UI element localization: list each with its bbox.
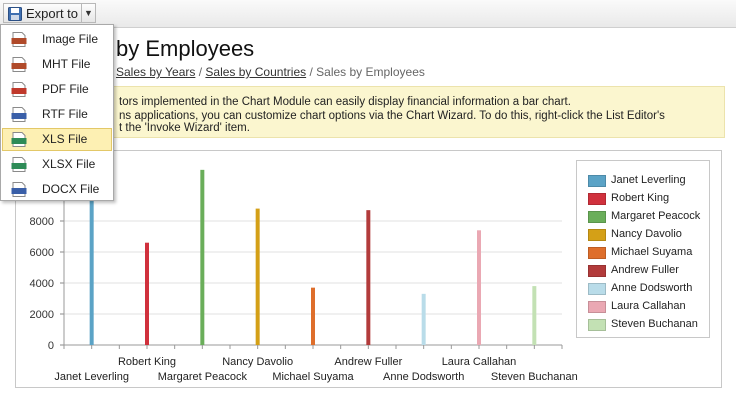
breadcrumb-separator: /: [306, 65, 317, 79]
breadcrumb-link-sales-by-years[interactable]: Sales by Years: [116, 65, 195, 79]
bar: [477, 230, 481, 345]
breadcrumb-link-sales-by-countries[interactable]: Sales by Countries: [205, 65, 306, 79]
pdf-file-icon: [11, 82, 29, 102]
legend-label: Janet Leverling: [611, 174, 686, 186]
breadcrumb-current: Sales by Employees: [316, 65, 425, 79]
info-text-line-3: t the 'Invoke Wizard' item.: [119, 122, 250, 134]
legend-swatch: [588, 265, 606, 277]
legend-label: Steven Buchanan: [611, 318, 698, 330]
legend-label: Nancy Davolio: [611, 228, 682, 240]
export-dropdown-menu: Image File MHT File PDF File RTF File XLS Fi…: [0, 24, 114, 201]
info-box: tors implemented in the Chart Module can…: [14, 86, 725, 138]
y-tick-label: 2000: [30, 309, 54, 321]
triangle-down-icon[interactable]: ▼: [84, 6, 93, 20]
menu-item-xlsx-file[interactable]: XLSX File: [2, 153, 112, 176]
xlsx-file-icon: [11, 157, 29, 177]
x-category-label: Margaret Peacock: [158, 371, 248, 383]
xls-file-icon: [11, 132, 29, 152]
y-tick-label: 0: [48, 340, 54, 352]
menu-item-rtf-file[interactable]: RTF File: [2, 103, 112, 126]
menu-item-label: DOCX File: [42, 182, 100, 196]
legend-label: Margaret Peacock: [611, 210, 701, 222]
legend-swatch: [588, 283, 606, 295]
rtf-file-icon: [11, 107, 29, 127]
legend-swatch: [588, 319, 606, 331]
legend-swatch: [588, 229, 606, 241]
x-category-label: Anne Dodsworth: [383, 371, 464, 383]
page-title: by Employees: [116, 36, 255, 61]
bar: [421, 293, 426, 345]
bar: [145, 242, 149, 345]
menu-item-xls-file[interactable]: XLS File: [2, 128, 112, 151]
bar: [255, 208, 260, 345]
chart-legend: Janet Leverling Robert King Margaret Peaco…: [576, 160, 710, 338]
bar: [89, 186, 94, 345]
breadcrumb: Sales by Years / Sales by Countries / Sa…: [116, 65, 425, 79]
legend-swatch: [588, 175, 606, 187]
menu-item-label: Image File: [42, 32, 99, 46]
chart-container: 0 2000 4000 6000 8000 Janet Leverling Robert K…: [15, 150, 722, 388]
bar: [200, 169, 205, 345]
legend-label: Michael Suyama: [611, 246, 693, 258]
x-category-label: Janet Leverling: [54, 371, 129, 383]
info-text-line-1: tors implemented in the Chart Module can…: [119, 96, 571, 108]
legend-swatch: [588, 211, 606, 223]
menu-item-docx-file[interactable]: DOCX File: [2, 178, 112, 201]
menu-item-label: RTF File: [42, 107, 88, 121]
legend-label: Laura Callahan: [611, 300, 686, 312]
menu-item-image-file[interactable]: Image File: [2, 28, 112, 51]
mht-file-icon: [11, 57, 29, 77]
export-to-label: Export to: [26, 6, 79, 21]
breadcrumb-separator: /: [195, 65, 206, 79]
menu-item-label: XLS File: [42, 132, 88, 146]
x-category-label: Michael Suyama: [272, 371, 354, 383]
export-to-button[interactable]: Export to ▼: [3, 3, 96, 23]
menu-item-pdf-file[interactable]: PDF File: [2, 78, 112, 101]
bar: [532, 286, 537, 345]
x-category-label: Nancy Davolio: [222, 356, 293, 368]
legend-label: Andrew Fuller: [611, 264, 679, 276]
image-file-icon: [11, 32, 29, 52]
info-text-line-2a: ns applications, you can customize chart…: [119, 110, 665, 122]
menu-item-mht-file[interactable]: MHT File: [2, 53, 112, 76]
menu-item-label: MHT File: [42, 57, 91, 71]
x-category-label: Andrew Fuller: [334, 356, 402, 368]
floppy-disk-icon: [8, 7, 22, 24]
x-category-label: Steven Buchanan: [491, 371, 578, 383]
menu-item-label: PDF File: [42, 82, 89, 96]
x-category-label: Laura Callahan: [442, 356, 517, 368]
legend-swatch: [588, 193, 606, 205]
button-divider: [81, 4, 82, 22]
legend-label: Robert King: [611, 192, 670, 204]
legend-label: Anne Dodsworth: [611, 282, 693, 294]
x-category-label: Robert King: [118, 356, 176, 368]
info-text-line-2: ns applications, you can customize chart…: [119, 110, 665, 134]
menu-item-label: XLSX File: [42, 157, 96, 171]
y-tick-label: 4000: [30, 278, 54, 290]
docx-file-icon: [11, 182, 29, 202]
bar: [311, 287, 315, 345]
bar: [366, 210, 371, 345]
legend-swatch: [588, 301, 606, 313]
y-tick-label: 8000: [30, 216, 54, 228]
legend-swatch: [588, 247, 606, 259]
y-tick-label: 6000: [30, 247, 54, 259]
